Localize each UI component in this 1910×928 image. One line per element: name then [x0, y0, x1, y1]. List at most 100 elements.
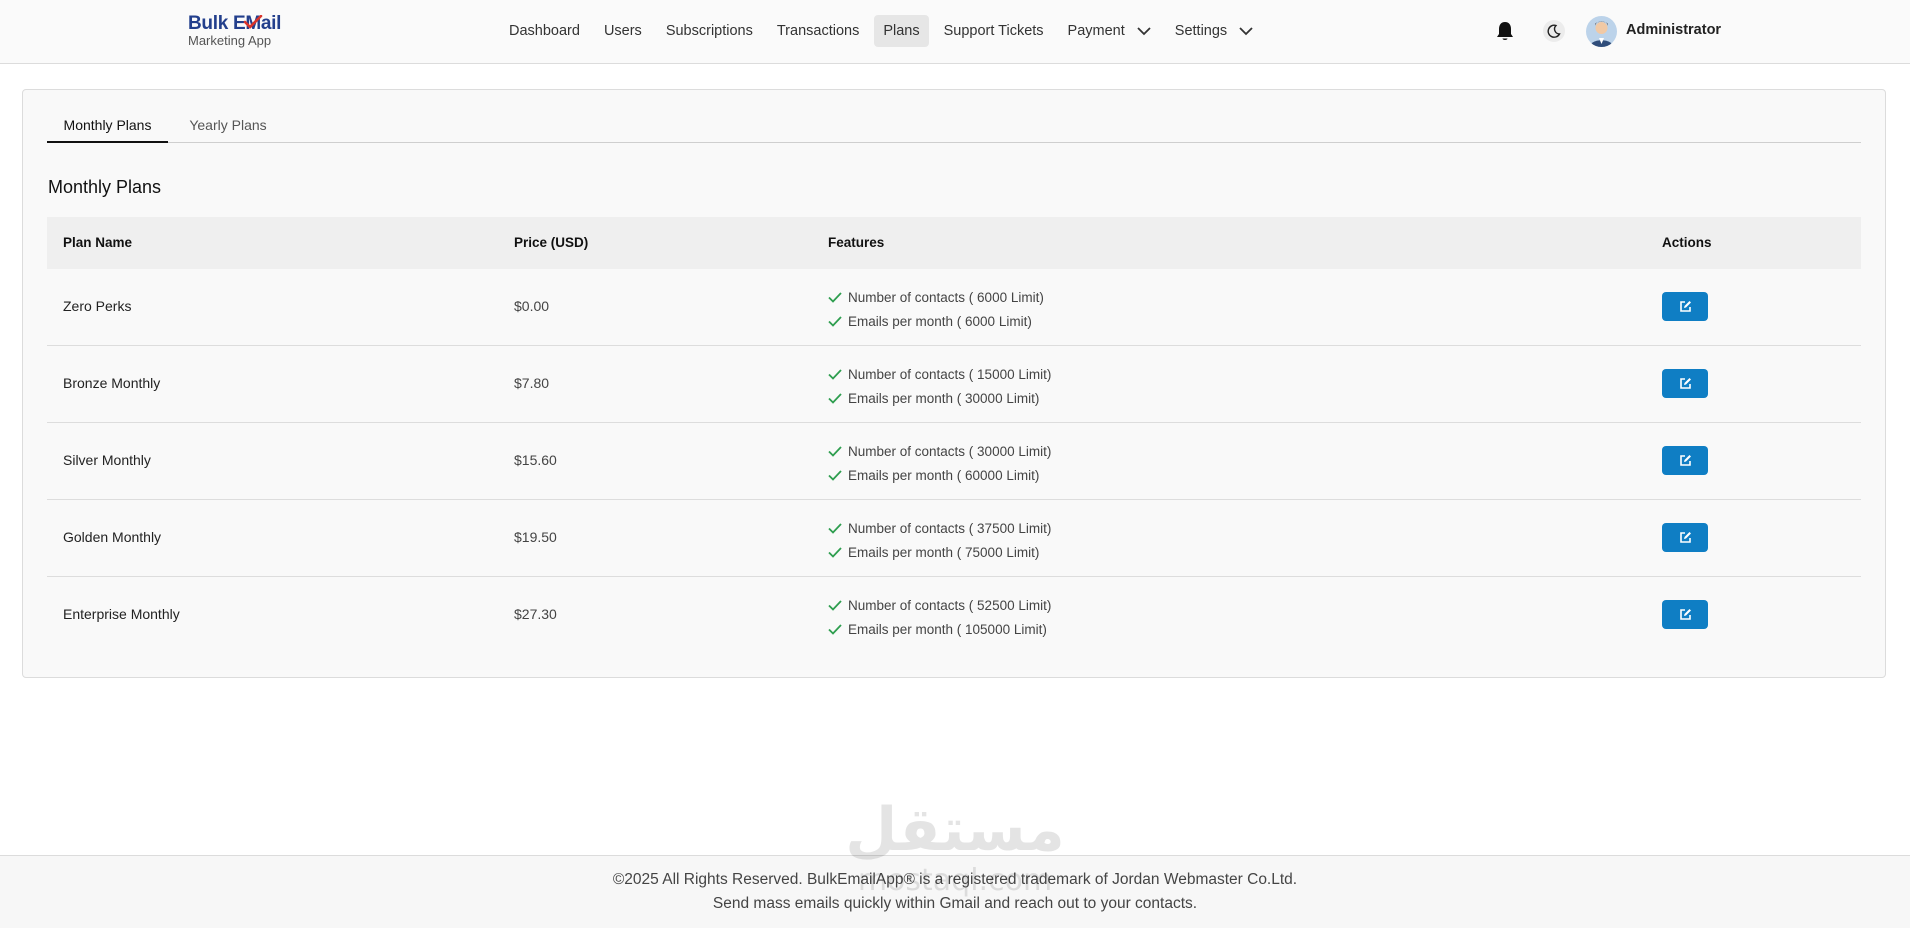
plan-name: Enterprise Monthly — [63, 606, 180, 622]
edit-icon — [1679, 301, 1691, 312]
tab-yearly-plans[interactable]: Yearly Plans — [168, 110, 288, 143]
feature-text: Number of contacts ( 15000 Limit) — [848, 366, 1052, 382]
watermark-logo: مستقل mostaql.com — [845, 795, 1064, 898]
nav-dashboard-label: Dashboard — [509, 23, 580, 39]
check-icon — [828, 368, 842, 380]
feature-item: Number of contacts ( 6000 Limit) — [828, 285, 1044, 309]
header-price: Price (USD) — [514, 235, 589, 250]
nav-transactions[interactable]: Transactions — [768, 15, 868, 47]
top-navbar: Bulk EMail Marketing App Dashboard Users… — [0, 0, 1910, 64]
feature-text: Emails per month ( 30000 Limit) — [848, 390, 1040, 406]
plan-price: $0.00 — [514, 298, 550, 314]
plan-price: $7.80 — [514, 375, 550, 391]
nav-subscriptions-label: Subscriptions — [665, 23, 753, 39]
watermark-url: mostaql.com — [858, 863, 1052, 898]
nav-subscriptions[interactable]: Subscriptions — [657, 15, 762, 47]
nav-settings-dropdown[interactable]: Settings — [1166, 15, 1262, 47]
table-row: Silver Monthly $15.60 Number of contacts… — [47, 423, 1861, 500]
plan-features: Number of contacts ( 30000 Limit) Emails… — [828, 439, 1051, 487]
nav-users[interactable]: Users — [595, 15, 651, 47]
bell-icon[interactable] — [1495, 21, 1515, 47]
feature-item: Number of contacts ( 15000 Limit) — [828, 362, 1051, 386]
feature-text: Emails per month ( 75000 Limit) — [848, 544, 1040, 560]
section-title: Monthly Plans — [48, 177, 162, 197]
feature-text: Number of contacts ( 52500 Limit) — [848, 597, 1052, 613]
edit-icon — [1679, 609, 1691, 620]
plan-features: Number of contacts ( 15000 Limit) Emails… — [828, 362, 1051, 410]
feature-item: Emails per month ( 60000 Limit) — [828, 463, 1051, 487]
nav-plans-label: Plans — [883, 23, 920, 39]
check-icon — [828, 623, 842, 635]
nav-support-tickets[interactable]: Support Tickets — [935, 15, 1053, 47]
nav-dashboard[interactable]: Dashboard — [500, 15, 589, 47]
edit-plan-button[interactable] — [1662, 523, 1708, 552]
check-icon — [828, 392, 842, 404]
user-name[interactable]: Administrator — [1626, 22, 1721, 38]
feature-item: Emails per month ( 30000 Limit) — [828, 386, 1051, 410]
feature-text: Number of contacts ( 30000 Limit) — [848, 443, 1052, 459]
edit-plan-button[interactable] — [1662, 600, 1708, 629]
avatar[interactable] — [1586, 16, 1617, 47]
plan-price: $15.60 — [514, 452, 557, 468]
logo-check-icon — [243, 15, 263, 29]
plan-price: $19.50 — [514, 529, 557, 545]
nav-payment-dropdown[interactable]: Payment — [1059, 15, 1160, 47]
logo-title: Bulk EMail — [188, 13, 282, 34]
table-row: Bronze Monthly $7.80 Number of contacts … — [47, 346, 1861, 423]
plan-name: Golden Monthly — [63, 529, 162, 545]
nav-support-tickets-label: Support Tickets — [943, 23, 1044, 39]
chevron-down-icon — [1137, 26, 1151, 36]
brand-logo[interactable]: Bulk EMail Marketing App — [188, 14, 288, 50]
check-icon — [828, 469, 842, 481]
feature-text: Number of contacts ( 37500 Limit) — [848, 520, 1052, 536]
check-icon — [828, 522, 842, 534]
check-icon — [828, 445, 842, 457]
feature-item: Number of contacts ( 30000 Limit) — [828, 439, 1051, 463]
header-actions: Actions — [1662, 235, 1712, 250]
feature-item: Number of contacts ( 37500 Limit) — [828, 516, 1051, 540]
edit-icon — [1679, 532, 1691, 543]
table-row: Enterprise Monthly $27.30 Number of cont… — [47, 577, 1861, 654]
nav-plans[interactable]: Plans — [874, 15, 929, 47]
nav-users-label: Users — [603, 23, 642, 39]
header-features: Features — [828, 235, 885, 250]
tab-monthly-plans[interactable]: Monthly Plans — [47, 110, 168, 143]
logo-subtitle: Marketing App — [188, 33, 272, 48]
plan-features: Number of contacts ( 6000 Limit) Emails … — [828, 285, 1044, 333]
feature-item: Emails per month ( 75000 Limit) — [828, 540, 1051, 564]
edit-icon — [1679, 378, 1691, 389]
edit-plan-button[interactable] — [1662, 446, 1708, 475]
feature-text: Emails per month ( 60000 Limit) — [848, 467, 1040, 483]
feature-item: Number of contacts ( 52500 Limit) — [828, 593, 1051, 617]
plan-name: Zero Perks — [63, 298, 132, 314]
plans-card: Monthly Plans Yearly Plans Monthly Plans… — [22, 89, 1886, 678]
nav-transactions-label: Transactions — [776, 23, 860, 39]
plan-name: Bronze Monthly — [63, 375, 161, 391]
chevron-down-icon — [1239, 26, 1253, 36]
feature-item: Emails per month ( 105000 Limit) — [828, 617, 1051, 641]
edit-plan-button[interactable] — [1662, 369, 1708, 398]
table-header: Plan Name Price (USD) Features Actions — [47, 217, 1861, 269]
feature-item: Emails per month ( 6000 Limit) — [828, 309, 1044, 333]
watermark-arabic: مستقل — [845, 795, 1064, 865]
feature-text: Emails per month ( 6000 Limit) — [848, 313, 1032, 329]
feature-text: Emails per month ( 105000 Limit) — [848, 621, 1047, 637]
edit-icon — [1679, 455, 1691, 466]
plan-features: Number of contacts ( 37500 Limit) Emails… — [828, 516, 1051, 564]
plan-price: $27.30 — [514, 606, 557, 622]
plan-name: Silver Monthly — [63, 452, 151, 468]
table-row: Golden Monthly $19.50 Number of contacts… — [47, 500, 1861, 577]
nav-settings-label: Settings — [1174, 23, 1228, 39]
edit-plan-button[interactable] — [1662, 292, 1708, 321]
feature-text: Number of contacts ( 6000 Limit) — [848, 289, 1044, 305]
plan-features: Number of contacts ( 52500 Limit) Emails… — [828, 593, 1051, 641]
header-plan-name: Plan Name — [63, 235, 133, 250]
check-icon — [828, 599, 842, 611]
main-nav: Dashboard Users Subscriptions Transactio… — [500, 15, 1268, 47]
check-icon — [828, 291, 842, 303]
moon-icon[interactable] — [1543, 20, 1565, 42]
plan-tabs: Monthly Plans Yearly Plans — [47, 110, 1861, 143]
nav-payment-label: Payment — [1067, 23, 1125, 39]
check-icon — [828, 315, 842, 327]
plans-table: Plan Name Price (USD) Features Actions Z… — [47, 217, 1861, 654]
